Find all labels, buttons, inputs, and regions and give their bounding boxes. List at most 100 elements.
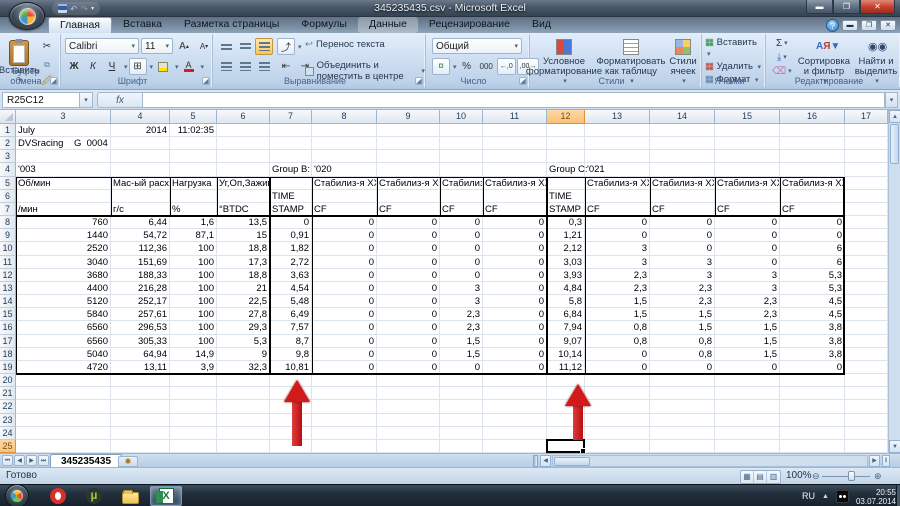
grid-cell[interactable]: 2,3 <box>715 308 780 321</box>
grid-cell[interactable] <box>585 400 650 413</box>
grid-cell[interactable]: 100 <box>170 269 217 282</box>
grid-cell[interactable]: '021 <box>585 163 650 176</box>
grid-cell[interactable]: 2,3 <box>650 295 715 308</box>
grid-cell[interactable] <box>780 124 845 137</box>
redo-button[interactable]: ↷ <box>81 3 89 15</box>
grid-cell[interactable] <box>845 400 888 413</box>
horizontal-scroll-thumb[interactable] <box>554 457 590 466</box>
grid-cell[interactable]: 5,3 <box>217 335 270 348</box>
grid-cell[interactable] <box>845 427 888 440</box>
column-header[interactable]: 11 <box>483 110 547 124</box>
grid-cell[interactable] <box>111 427 170 440</box>
taskbar-opera[interactable] <box>42 486 74 506</box>
grid-cell[interactable] <box>845 361 888 374</box>
grid-cell[interactable] <box>845 374 888 387</box>
grid-cell[interactable]: 3,8 <box>780 321 845 334</box>
grid-cell[interactable] <box>440 374 483 387</box>
grid-cell[interactable]: 0 <box>270 216 312 229</box>
grid-cell[interactable] <box>650 387 715 400</box>
grid-cell[interactable] <box>585 440 650 453</box>
scrollbar-resize-grip[interactable]: ‖ <box>882 455 890 467</box>
row-header[interactable]: 8 <box>0 216 16 229</box>
grid-cell[interactable]: 0 <box>440 242 483 255</box>
grid-cell[interactable]: 0 <box>650 216 715 229</box>
grid-cell[interactable] <box>715 163 780 176</box>
font-dialog-launcher[interactable]: ◢ <box>202 77 210 85</box>
grid-cell[interactable] <box>170 400 217 413</box>
insert-worksheet-tab[interactable]: ✱ <box>118 456 138 467</box>
grid-cell[interactable] <box>217 387 270 400</box>
grid-cell[interactable]: 3,63 <box>270 269 312 282</box>
grid-cell[interactable]: 3 <box>440 295 483 308</box>
grid-cell[interactable]: 2,3 <box>585 282 650 295</box>
grid-cell[interactable] <box>845 308 888 321</box>
help-icon[interactable]: ? <box>826 19 839 32</box>
grid-cell[interactable]: 5,3 <box>780 269 845 282</box>
grid-cell[interactable]: Стабилиз-я XX <box>440 177 483 190</box>
grid-cell[interactable]: 0 <box>483 269 547 282</box>
align-left-button[interactable] <box>217 58 235 75</box>
font-size-select[interactable]: 11▾ <box>141 38 173 54</box>
grid-cell[interactable] <box>780 190 845 203</box>
grid-cell[interactable]: 0 <box>483 282 547 295</box>
grid-cell[interactable] <box>715 400 780 413</box>
grid-cell[interactable] <box>377 440 440 453</box>
grid-cell[interactable]: 11:02:35 <box>170 124 217 137</box>
grid-cell[interactable]: 0 <box>377 269 440 282</box>
grid-cell[interactable]: 0 <box>377 216 440 229</box>
grid-cell[interactable] <box>483 163 547 176</box>
ribbon-tab-3[interactable]: Формулы <box>290 17 358 33</box>
grid-cell[interactable] <box>270 137 312 150</box>
grid-cell[interactable]: 100 <box>170 282 217 295</box>
grid-cell[interactable] <box>715 440 780 453</box>
scroll-up-button[interactable]: ▲ <box>889 110 900 123</box>
last-sheet-button[interactable]: ⏭ <box>38 455 49 466</box>
grid-cell[interactable]: 3,8 <box>780 335 845 348</box>
grid-cell[interactable] <box>440 163 483 176</box>
grid-cell[interactable] <box>111 387 170 400</box>
column-header[interactable]: 3 <box>16 110 111 124</box>
grid-cell[interactable]: 0 <box>377 295 440 308</box>
grid-cell[interactable]: 0 <box>585 348 650 361</box>
fill-button[interactable]: ⤓▾ <box>769 51 795 63</box>
grid-cell[interactable]: 8,7 <box>270 335 312 348</box>
grid-cell[interactable] <box>547 124 585 137</box>
grid-cell[interactable] <box>170 190 217 203</box>
grid-cell[interactable]: 0 <box>715 256 780 269</box>
grid-cell[interactable] <box>845 414 888 427</box>
number-format-select[interactable]: Общий▾ <box>432 38 522 54</box>
grid-cell[interactable] <box>16 387 111 400</box>
grid-cell[interactable]: 21 <box>217 282 270 295</box>
font-name-select[interactable]: Calibri▾ <box>65 38 139 54</box>
grid-cell[interactable]: 1,21 <box>547 229 585 242</box>
grid-cell[interactable] <box>170 440 217 453</box>
grid-cell[interactable] <box>270 177 312 190</box>
grid-cell[interactable]: 0,8 <box>585 335 650 348</box>
grid-cell[interactable]: 3 <box>650 269 715 282</box>
grid-cell[interactable]: 2,3 <box>715 295 780 308</box>
grid-cell[interactable] <box>845 321 888 334</box>
row-header[interactable]: 13 <box>0 282 16 295</box>
office-button[interactable] <box>9 2 45 30</box>
grid-cell[interactable]: 3 <box>715 282 780 295</box>
grid-cell[interactable] <box>585 427 650 440</box>
grid-cell[interactable] <box>217 190 270 203</box>
grid-cell[interactable]: Стабилиз-я XX <box>377 177 440 190</box>
grid-cell[interactable]: 5120 <box>16 295 111 308</box>
grid-cell[interactable]: 4,5 <box>780 295 845 308</box>
grid-cell[interactable] <box>16 150 111 163</box>
grid-cell[interactable]: 0 <box>483 256 547 269</box>
grid-cell[interactable]: 0 <box>377 308 440 321</box>
grid-cell[interactable]: 13,5 <box>217 216 270 229</box>
row-header[interactable]: 11 <box>0 256 16 269</box>
grid-cell[interactable] <box>440 124 483 137</box>
grid-cell[interactable] <box>715 427 780 440</box>
grid-cell[interactable]: 0 <box>483 308 547 321</box>
grid-cell[interactable]: Стабилиз-я XX <box>312 177 377 190</box>
minimize-button[interactable]: ▬ <box>806 0 833 14</box>
grid-cell[interactable]: 0 <box>780 229 845 242</box>
grid-cell[interactable] <box>650 163 715 176</box>
grid-cell[interactable]: 0 <box>440 216 483 229</box>
grid-cell[interactable]: 5,3 <box>780 282 845 295</box>
grid-cell[interactable]: 3 <box>715 269 780 282</box>
